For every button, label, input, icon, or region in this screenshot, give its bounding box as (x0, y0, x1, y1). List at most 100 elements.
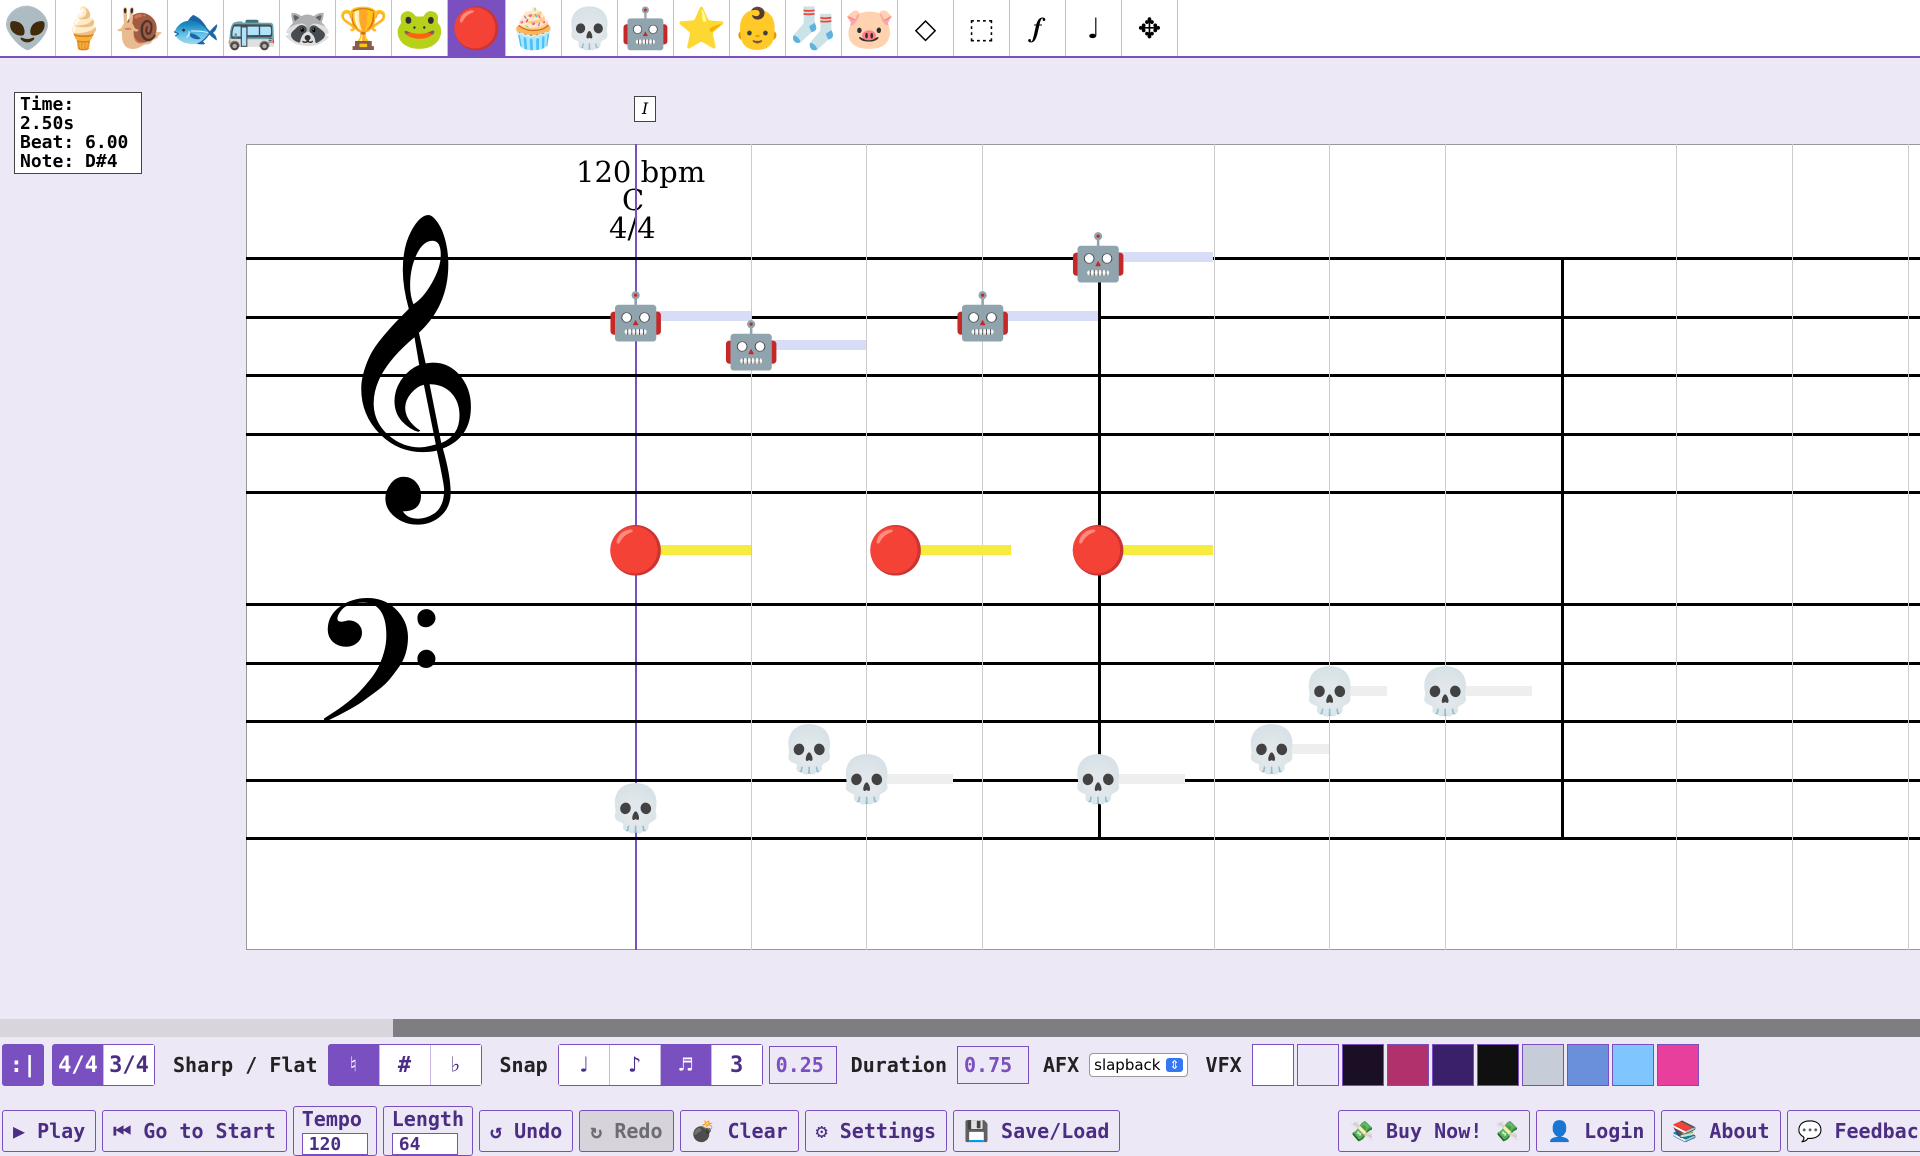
treble-clef: 𝄞 (330, 209, 484, 511)
duration-input[interactable]: 0.75 (957, 1046, 1029, 1084)
time-sig-3-4[interactable]: 3/4 (104, 1045, 154, 1085)
sharp-button[interactable]: # (379, 1045, 431, 1085)
note-length-icon[interactable]: ♩ (1066, 0, 1122, 56)
note-skull-icon[interactable]: 💀 (1417, 663, 1474, 719)
time-sig-4-4[interactable]: 4/4 (53, 1045, 104, 1085)
vfx-swatch[interactable] (1656, 1044, 1699, 1086)
cupcake-icon[interactable]: 🧁 (506, 0, 562, 56)
note-robot-icon[interactable]: 🤖 (607, 288, 664, 344)
flat-button[interactable]: ♭ (430, 1045, 481, 1085)
undo-button[interactable]: ↺ Undo (479, 1110, 574, 1152)
treble-staff-line (246, 374, 1920, 377)
vfx-swatch[interactable] (1611, 1044, 1654, 1086)
save-load-button[interactable]: 💾 Save/Load (953, 1110, 1121, 1152)
vfx-swatch[interactable] (1296, 1044, 1339, 1086)
move-icon[interactable]: ✥ (1122, 0, 1178, 56)
beach-ball-icon[interactable]: 🔴 (448, 0, 506, 56)
skull-icon[interactable]: 💀 (562, 0, 618, 56)
length-input[interactable]: 64 (391, 1133, 458, 1155)
natural-button[interactable]: ♮ (328, 1045, 380, 1085)
vfx-swatch[interactable] (1476, 1044, 1519, 1086)
vfx-swatch[interactable] (1521, 1044, 1564, 1086)
note-readout: Note: D#4 (20, 151, 118, 172)
dynamics-icon[interactable]: 𝆑 (1010, 0, 1066, 56)
afx-label: AFX (1043, 1053, 1080, 1077)
snap-quarter[interactable]: ♩ (558, 1045, 610, 1085)
clear-button[interactable]: 💣 Clear (679, 1110, 799, 1152)
goblet-icon[interactable]: 🏆 (336, 0, 392, 56)
sock-icon[interactable]: 🧦 (786, 0, 842, 56)
vfx-swatch[interactable] (1341, 1044, 1384, 1086)
note-robot-icon[interactable]: 🤖 (723, 317, 780, 373)
scrollbar-thumb[interactable] (0, 1019, 393, 1037)
snap-sixteenth[interactable]: ♬ (660, 1045, 712, 1085)
eraser-icon[interactable]: ◇ (898, 0, 954, 56)
note-beach-ball-icon[interactable]: 🔴 (867, 522, 924, 578)
treble-staff-line (246, 432, 1920, 436)
feedback-button[interactable]: 💬 Feedback (1786, 1110, 1920, 1152)
afx-select[interactable]: slapback ⇕ (1089, 1053, 1188, 1077)
time-readout: Time: 2.50s (20, 94, 75, 134)
ice-cream-icon[interactable]: 🍦 (56, 0, 112, 56)
note-beach-ball-icon[interactable]: 🔴 (1070, 522, 1127, 578)
bass-staff-line (246, 661, 1920, 665)
loop-marker[interactable]: I (634, 96, 656, 122)
note-beach-ball-icon[interactable]: 🔴 (607, 522, 664, 578)
note-skull-icon[interactable]: 💀 (1301, 663, 1358, 719)
star-icon[interactable]: ⭐ (674, 0, 730, 56)
bass-clef: 𝄢 (308, 562, 444, 807)
treble-staff-line (246, 491, 1920, 494)
cursor-info-box: Time: 2.50s Beat: 6.00 Note: D#4 (14, 92, 142, 174)
loop-toggle-button[interactable]: :| (3, 1045, 43, 1085)
beat-grid-line (1213, 144, 1215, 950)
robot-icon[interactable]: 🤖 (618, 0, 674, 56)
pig-hat-icon[interactable]: 🐷 (842, 0, 898, 56)
note-robot-icon[interactable]: 🤖 (1070, 229, 1127, 285)
snap-eighth[interactable]: ♪ (609, 1045, 661, 1085)
redo-button[interactable]: ↻ Redo (579, 1110, 674, 1152)
sharp-flat-label: Sharp / Flat (173, 1053, 318, 1077)
edit-options-row: :| 4/4 3/4 Sharp / Flat ♮ # ♭ Snap ♩ ♪ ♬… (0, 1042, 1702, 1088)
settings-button[interactable]: ⚙ Settings (804, 1110, 948, 1152)
fish-icon[interactable]: 🐟 (168, 0, 224, 56)
bus-icon[interactable]: 🚌 (224, 0, 280, 56)
alien-icon[interactable]: 👽 (0, 0, 56, 56)
vfx-swatches (1251, 1044, 1702, 1086)
bar-line (1560, 257, 1564, 839)
frog-icon[interactable]: 🐸 (392, 0, 448, 56)
bass-staff-line (246, 837, 1920, 840)
login-button[interactable]: 👤 Login (1536, 1110, 1656, 1152)
note-skull-icon[interactable]: 💀 (1070, 751, 1127, 807)
buy-now-button[interactable]: 💸 Buy Now! 💸 (1338, 1110, 1531, 1152)
time-signature-selector: 4/4 3/4 (52, 1044, 155, 1086)
vfx-swatch[interactable] (1566, 1044, 1609, 1086)
note-skull-icon[interactable]: 💀 (1243, 721, 1300, 777)
raccoon-icon[interactable]: 🦝 (280, 0, 336, 56)
vfx-label: VFX (1205, 1053, 1242, 1077)
tempo-input[interactable]: 120 (301, 1133, 368, 1155)
note-skull-icon[interactable]: 💀 (838, 751, 895, 807)
go-to-start-button[interactable]: ⏮ Go to Start (102, 1110, 287, 1152)
snap-value-input[interactable]: 0.25 (768, 1046, 837, 1084)
length-control: Length 64 (382, 1106, 473, 1156)
snail-icon[interactable]: 🐌 (112, 0, 168, 56)
baby-icon[interactable]: 👶 (730, 0, 786, 56)
beat-grid-line (1792, 144, 1793, 950)
vfx-swatch[interactable] (1431, 1044, 1474, 1086)
beat-grid-line (1329, 144, 1331, 950)
note-robot-icon[interactable]: 🤖 (954, 288, 1011, 344)
about-button[interactable]: 📚 About (1661, 1110, 1781, 1152)
snap-triplet[interactable]: 3 (711, 1045, 762, 1085)
selection-icon[interactable]: ⬚ (954, 0, 1010, 56)
duration-label: Duration (850, 1053, 947, 1077)
afx-value: slapback (1094, 1056, 1161, 1074)
time-signature-header: 4/4 (609, 211, 656, 245)
vfx-swatch[interactable] (1386, 1044, 1429, 1086)
vfx-swatch[interactable] (1251, 1044, 1294, 1086)
play-button[interactable]: ▶ Play (2, 1110, 97, 1152)
note-skull-icon[interactable]: 💀 (781, 721, 838, 777)
beat-grid-line (1907, 144, 1909, 950)
loop-toggle[interactable]: :| (2, 1044, 44, 1086)
account-row: 💸 Buy Now! 💸 👤 Login 📚 About 💬 Feedback (1338, 1106, 1920, 1156)
note-skull-icon[interactable]: 💀 (607, 780, 664, 836)
